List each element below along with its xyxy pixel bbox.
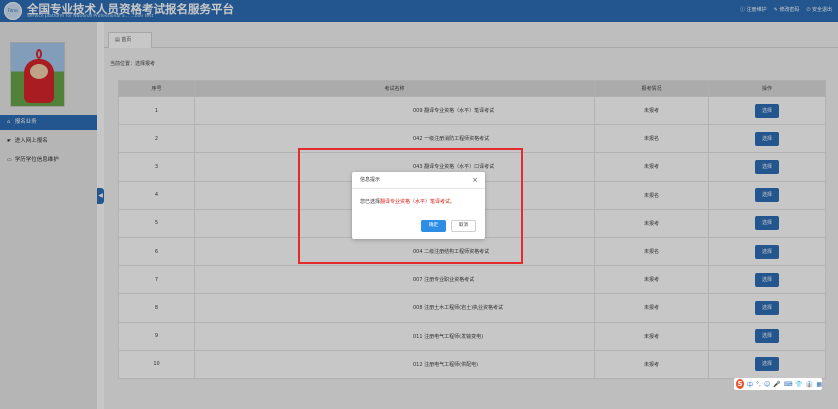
cancel-button[interactable]: 取消 <box>451 220 476 232</box>
close-icon[interactable]: × <box>472 172 478 189</box>
info-dialog: 信息提示 × 您已选择翻译专业资格（水平）笔译考试。 确定 取消 <box>352 172 485 239</box>
ime-punctuation-icon[interactable]: °, <box>756 381 761 388</box>
ime-toolbar[interactable]: S 中 °, ☺ 🎤 ⌨ 👕 👔 ▦ <box>734 378 822 390</box>
ime-voice-icon[interactable]: 🎤 <box>773 381 780 388</box>
ime-language-toggle[interactable]: 中 <box>747 380 753 389</box>
dialog-footer: 确定 取消 <box>421 220 476 232</box>
confirm-button[interactable]: 确定 <box>421 220 446 232</box>
dialog-title: 信息提示 <box>360 177 381 183</box>
sogou-logo-icon[interactable]: S <box>736 379 744 389</box>
ime-emoji-icon[interactable]: ☺ <box>764 381 770 388</box>
dialog-message: 您已选择翻译专业资格（水平）笔译考试。 <box>360 199 456 205</box>
ime-keyboard-icon[interactable]: ⌨ <box>784 381 793 388</box>
dialog-header: 信息提示 × <box>352 172 485 189</box>
ime-tools-icon[interactable]: ▦ <box>816 381 822 388</box>
ime-settings-icon[interactable]: 👔 <box>806 381 813 388</box>
selected-exam-name: 翻译专业资格（水平）笔译考试 <box>380 199 451 205</box>
ime-skin-icon[interactable]: 👕 <box>795 381 802 388</box>
